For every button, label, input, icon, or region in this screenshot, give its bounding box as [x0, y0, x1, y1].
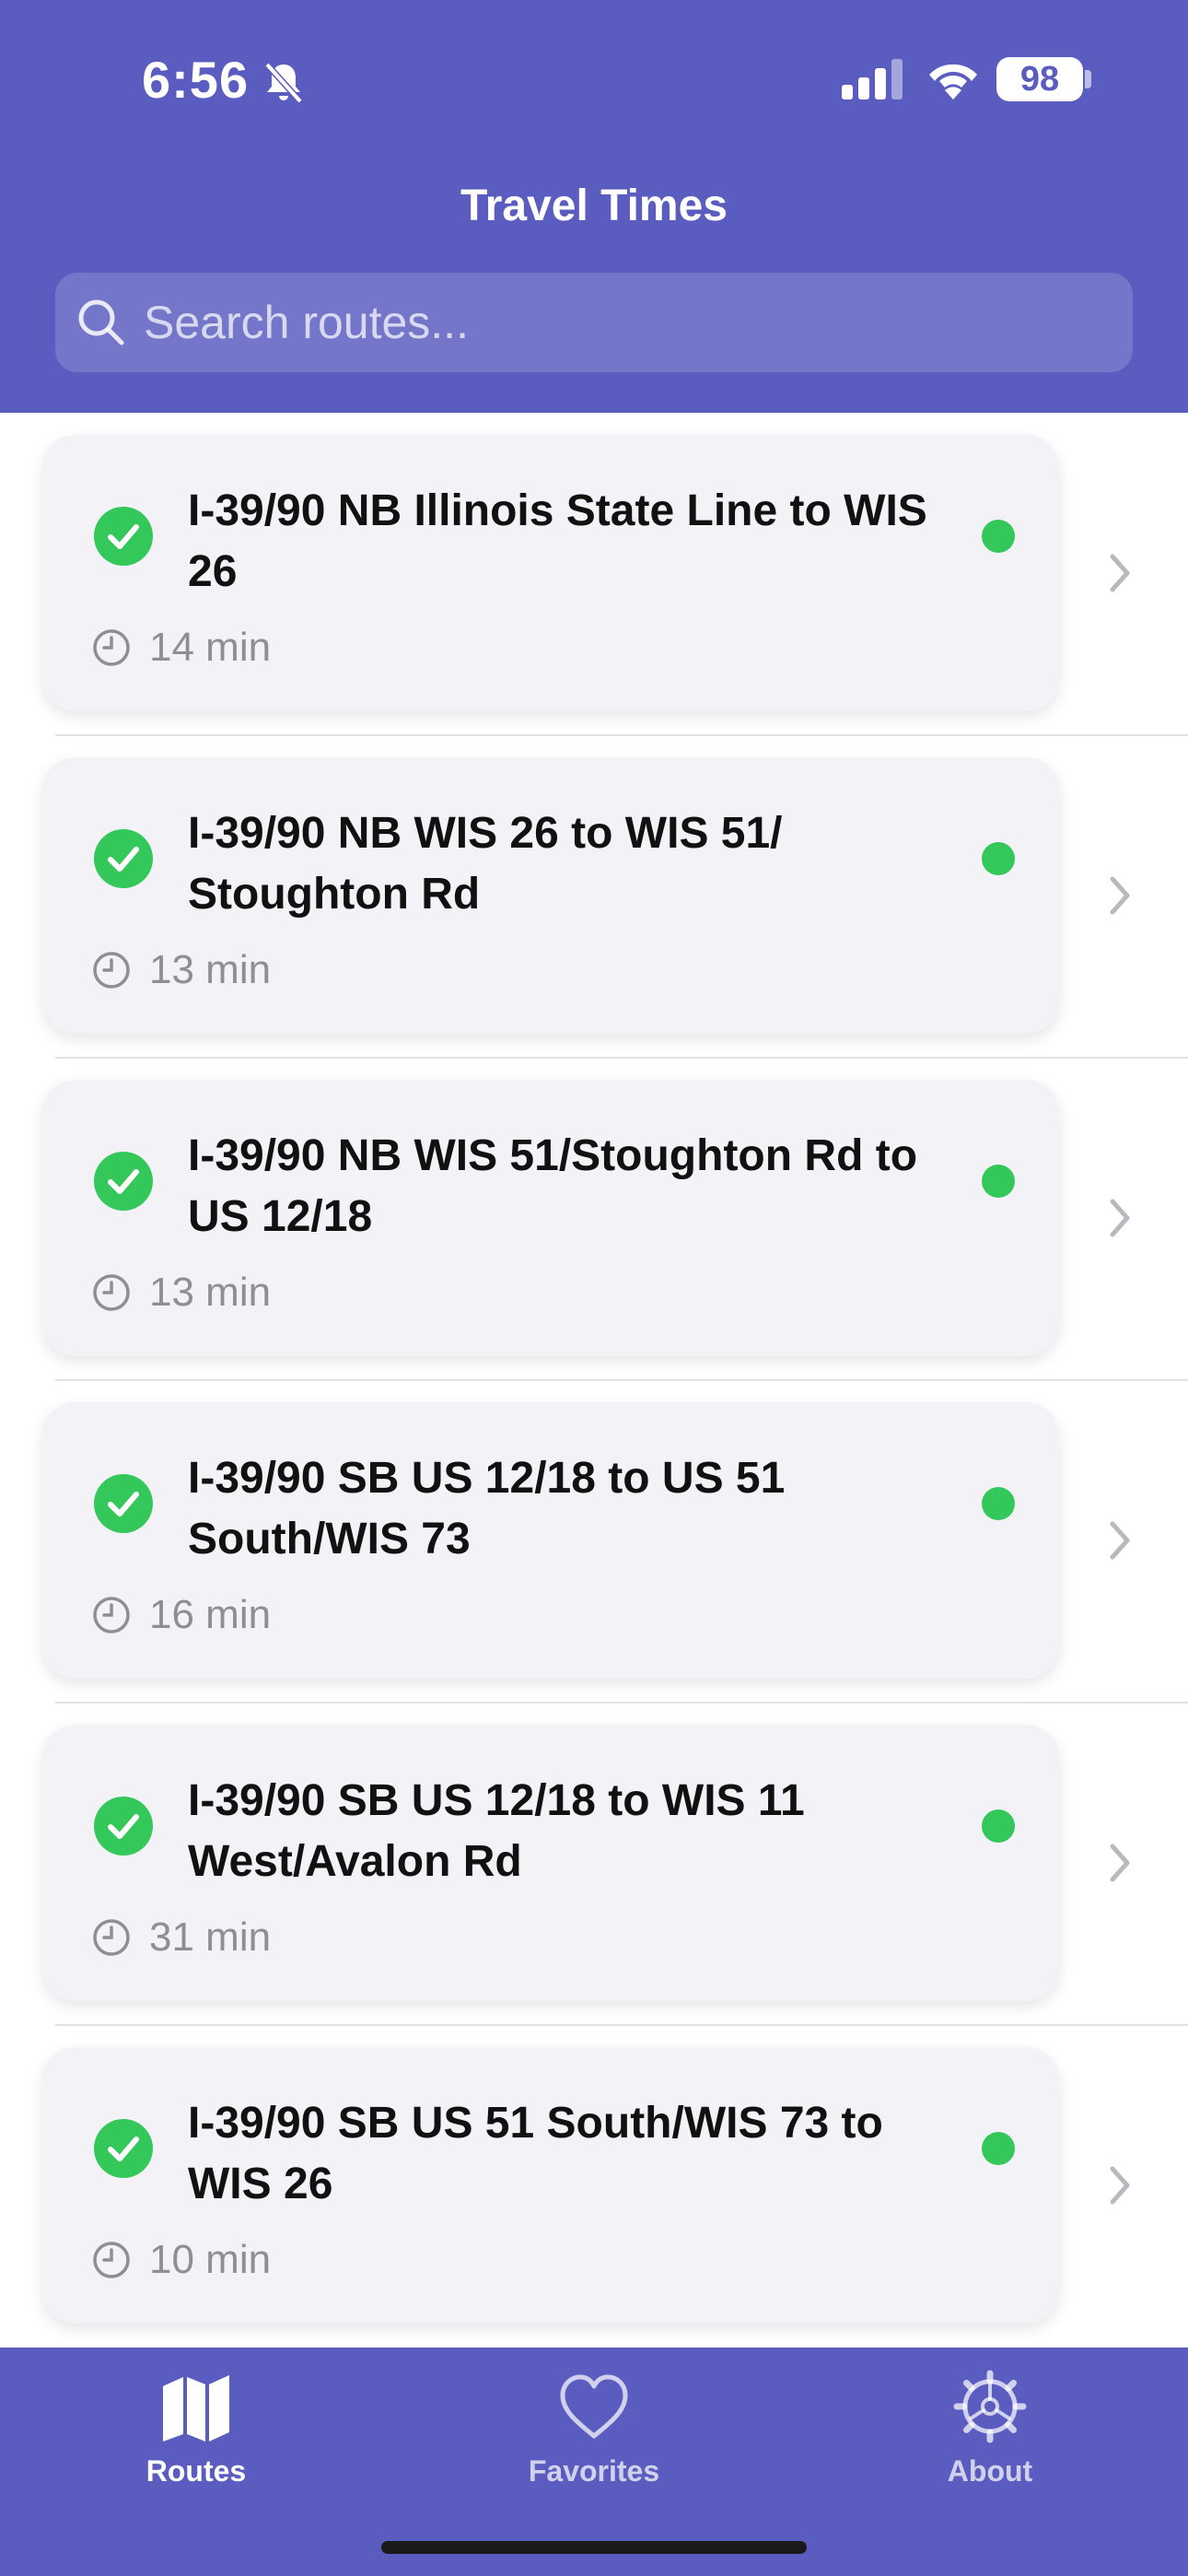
clock-icon [93, 629, 130, 666]
route-duration: 13 min [149, 1270, 272, 1315]
route-duration: 31 min [149, 1914, 272, 1960]
route-name: I-39/90 NB WIS 51/Stoughton Rd to US 12/… [188, 1131, 918, 1241]
tab-label: About [947, 2454, 1033, 2488]
route-name: I-39/90 NB WIS 26 to WIS 51/ Stoughton R… [188, 809, 783, 919]
route-name: I-39/90 SB US 12/18 to US 51 South/WIS 7… [188, 1454, 786, 1563]
route-card[interactable]: I-39/90 SB US 51 South/WIS 73 to WIS 26 … [42, 2047, 1059, 2324]
status-dot [982, 1809, 1015, 1843]
route-card[interactable]: I-39/90 SB US 12/18 to US 51 South/WIS 7… [42, 1402, 1059, 1679]
checkmark-circle-icon [94, 507, 153, 566]
clock-icon [93, 952, 130, 989]
route-name: I-39/90 SB US 12/18 to WIS 11 West/Avalo… [188, 1776, 805, 1886]
clock-icon [93, 1597, 130, 1633]
map-icon [163, 2375, 229, 2441]
route-row[interactable]: I-39/90 NB WIS 51/Stoughton Rd to US 12/… [0, 1058, 1188, 1381]
route-duration: 10 min [149, 2237, 272, 2282]
battery-level: 98 [1019, 59, 1060, 99]
checkmark-circle-icon [94, 2119, 153, 2178]
status-dot [982, 842, 1015, 875]
heart-icon [560, 2374, 628, 2439]
search-bar[interactable] [55, 273, 1133, 372]
tab-label: Routes [146, 2454, 247, 2488]
route-row[interactable]: I-39/90 SB US 12/18 to WIS 11 West/Avalo… [0, 1703, 1188, 2026]
checkmark-circle-icon [94, 1797, 153, 1856]
chevron-right-icon[interactable] [1105, 1196, 1135, 1240]
chevron-right-icon[interactable] [1105, 551, 1135, 595]
clock-icon [93, 2242, 130, 2278]
status-dot [982, 2132, 1015, 2165]
route-duration: 14 min [149, 625, 272, 670]
tab-label: Favorites [528, 2454, 660, 2488]
status-dot [982, 1165, 1015, 1198]
battery-tip [1085, 70, 1091, 88]
clock-icon [93, 1919, 130, 1956]
chevron-right-icon[interactable] [1105, 1841, 1135, 1885]
route-card[interactable]: I-39/90 NB WIS 26 to WIS 51/ Stoughton R… [42, 757, 1059, 1034]
route-row[interactable]: I-39/90 SB US 51 South/WIS 73 to WIS 26 … [0, 2025, 1188, 2348]
header: 6:56 98 Travel Times [0, 0, 1188, 413]
tab-favorites[interactable]: Favorites [456, 2362, 732, 2500]
search-icon [78, 299, 124, 345]
route-card[interactable]: I-39/90 NB Illinois State Line to WIS 26… [42, 435, 1059, 711]
wifi-icon [929, 64, 977, 100]
route-row[interactable]: I-39/90 NB WIS 26 to WIS 51/ Stoughton R… [0, 735, 1188, 1059]
chevron-right-icon[interactable] [1105, 2163, 1135, 2207]
clock-icon [93, 1274, 130, 1311]
tab-about[interactable]: About [852, 2362, 1128, 2500]
search-input[interactable] [144, 273, 1111, 372]
checkmark-circle-icon [94, 1152, 153, 1211]
chevron-right-icon[interactable] [1105, 1518, 1135, 1563]
status-bar: 6:56 98 [0, 0, 1188, 162]
tab-bar: Routes Favorites About [0, 2348, 1188, 2576]
route-list: I-39/90 NB Illinois State Line to WIS 26… [0, 413, 1188, 2348]
route-duration: 16 min [149, 1592, 272, 1637]
route-duration: 13 min [149, 947, 272, 992]
page-title: Travel Times [460, 181, 728, 230]
status-time: 6:56 [142, 51, 250, 109]
chevron-right-icon[interactable] [1105, 873, 1135, 918]
status-dot [982, 1487, 1015, 1520]
status-dot [982, 520, 1015, 553]
cellular-signal-icon [842, 59, 903, 100]
battery-icon: 98 [996, 57, 1083, 101]
gear-icon [953, 2370, 1027, 2443]
checkmark-circle-icon [94, 829, 153, 888]
route-row[interactable]: I-39/90 NB Illinois State Line to WIS 26… [0, 413, 1188, 736]
tab-routes[interactable]: Routes [58, 2362, 334, 2500]
route-row[interactable]: I-39/90 SB US 12/18 to US 51 South/WIS 7… [0, 1380, 1188, 1704]
route-card[interactable]: I-39/90 SB US 12/18 to WIS 11 West/Avalo… [42, 1725, 1059, 2001]
checkmark-circle-icon [94, 1474, 153, 1533]
route-name: I-39/90 NB Illinois State Line to WIS 26 [188, 486, 927, 596]
bell-slash-icon [264, 62, 303, 104]
route-card[interactable]: I-39/90 NB WIS 51/Stoughton Rd to US 12/… [42, 1080, 1059, 1356]
home-indicator[interactable] [381, 2541, 807, 2554]
route-name: I-39/90 SB US 51 South/WIS 73 to WIS 26 [188, 2099, 883, 2208]
